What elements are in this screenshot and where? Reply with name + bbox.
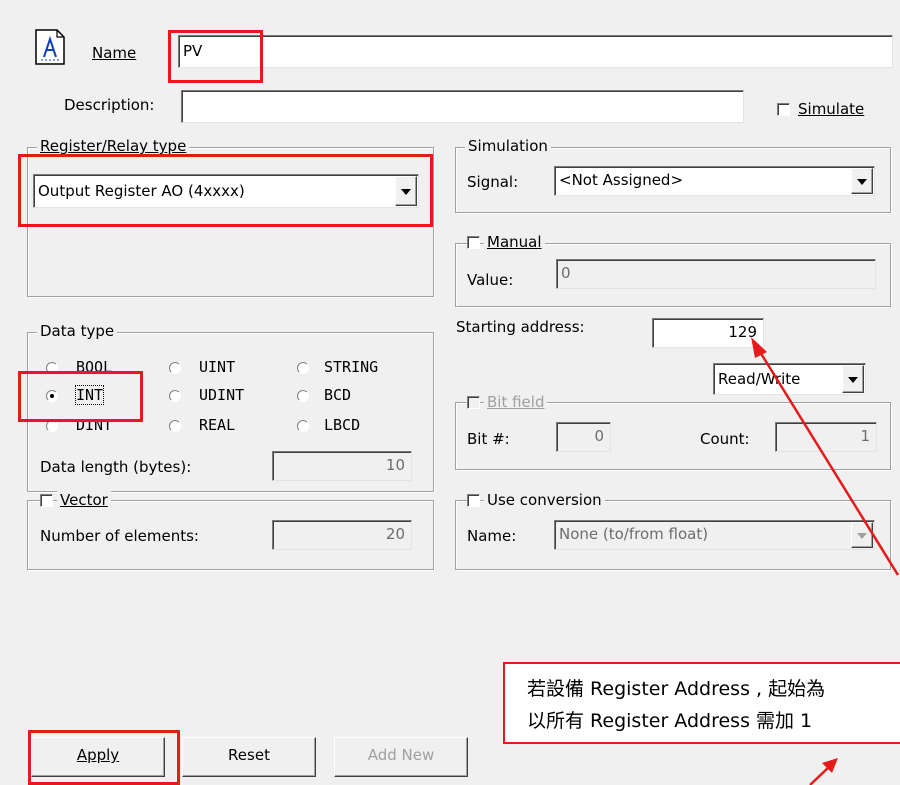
annotation-arrows [751,337,900,785]
tag-properties-dialog: Name PV Description: Simulate Register/R… [0,0,900,785]
arrow-to-starting-address [755,346,900,576]
arrow-head-icon [751,337,767,358]
arrow-to-callout [809,765,831,785]
